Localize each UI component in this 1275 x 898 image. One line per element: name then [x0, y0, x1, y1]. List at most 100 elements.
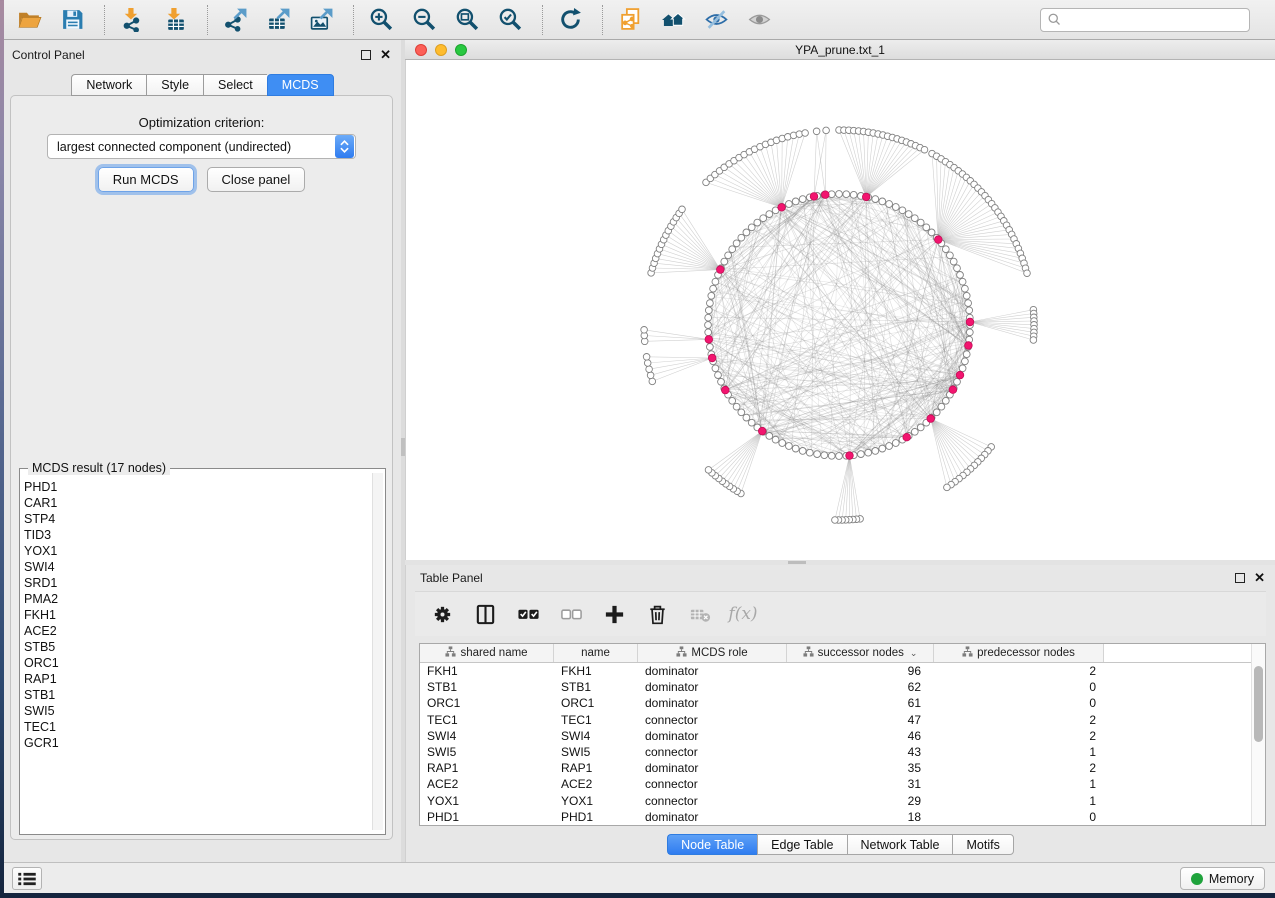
- zoom-selected-icon[interactable]: [495, 5, 525, 35]
- column-header-predecessor-nodes[interactable]: predecessor nodes: [934, 644, 1104, 662]
- cell-predecessor-nodes: 0: [934, 680, 1104, 694]
- mcds-result-list: PHD1CAR1STP4TID3YOX1SWI4SRD1PMA2FKH1ACE2…: [24, 479, 371, 832]
- tab-select[interactable]: Select: [203, 74, 267, 96]
- mcds-result-item[interactable]: STP4: [24, 511, 371, 527]
- table-row[interactable]: STB1STB1dominator620: [420, 679, 1265, 695]
- add-row-icon[interactable]: [601, 601, 627, 627]
- criterion-value: largest connected component (undirected): [48, 140, 335, 154]
- table-row[interactable]: SWI5SWI5connector431: [420, 744, 1265, 760]
- column-header-successor-nodes[interactable]: successor nodes⌄: [787, 644, 934, 662]
- cell-predecessor-nodes: 2: [934, 713, 1104, 727]
- table-row[interactable]: ACE2ACE2connector311: [420, 776, 1265, 792]
- cell-mcds-role: dominator: [638, 696, 787, 710]
- close-panel-icon[interactable]: ✕: [380, 50, 391, 60]
- mcds-result-item[interactable]: FKH1: [24, 607, 371, 623]
- tab-node-table[interactable]: Node Table: [667, 834, 757, 855]
- mcds-result-item[interactable]: SRD1: [24, 575, 371, 591]
- table-panel: Table Panel ✕ f(x) shared namenameMCDS r…: [405, 565, 1275, 862]
- refresh-icon[interactable]: [555, 5, 585, 35]
- float-table-panel-icon[interactable]: [1235, 573, 1245, 583]
- cell-mcds-role: connector: [638, 713, 787, 727]
- close-panel-button[interactable]: Close panel: [207, 167, 306, 192]
- mcds-list-scrollbar[interactable]: [372, 473, 383, 830]
- mcds-result-item[interactable]: ORC1: [24, 655, 371, 671]
- table-scrollbar-thumb[interactable]: [1254, 666, 1263, 742]
- table-row[interactable]: YOX1YOX1connector291: [420, 793, 1265, 809]
- maximize-window-icon[interactable]: [455, 44, 467, 56]
- optimization-criterion-label: Optimization criterion:: [11, 115, 392, 130]
- table-scrollbar[interactable]: [1251, 644, 1265, 825]
- import-network-icon[interactable]: [117, 5, 147, 35]
- cell-successor-nodes: 18: [787, 810, 934, 824]
- table-row[interactable]: TEC1TEC1connector472: [420, 712, 1265, 728]
- network-nodes: [641, 127, 1038, 524]
- mcds-result-item[interactable]: TEC1: [24, 719, 371, 735]
- gear-icon[interactable]: [429, 601, 455, 627]
- mcds-result-item[interactable]: SWI4: [24, 559, 371, 575]
- mcds-result-item[interactable]: STB5: [24, 639, 371, 655]
- cell-name: ORC1: [554, 696, 638, 710]
- cell-predecessor-nodes: 1: [934, 745, 1104, 759]
- column-header-name[interactable]: name: [554, 644, 638, 662]
- select-all-icon[interactable]: [515, 601, 541, 627]
- zoom-out-icon[interactable]: [409, 5, 439, 35]
- task-history-button[interactable]: [12, 867, 42, 890]
- mcds-result-item[interactable]: STB1: [24, 687, 371, 703]
- export-network-icon[interactable]: [220, 5, 250, 35]
- duplicate-network-icon[interactable]: [615, 5, 645, 35]
- mcds-result-item[interactable]: ACE2: [24, 623, 371, 639]
- toolbar-separator: [353, 5, 354, 35]
- table-row[interactable]: FKH1FKH1dominator962: [420, 663, 1265, 679]
- mcds-result-item[interactable]: RAP1: [24, 671, 371, 687]
- mcds-result-group: MCDS result (17 nodes) PHD1CAR1STP4TID3Y…: [19, 468, 386, 835]
- export-table-icon[interactable]: [263, 5, 293, 35]
- criterion-select[interactable]: largest connected component (undirected): [47, 134, 356, 159]
- deselect-all-icon[interactable]: [558, 601, 584, 627]
- table-row[interactable]: ORC1ORC1dominator610: [420, 695, 1265, 711]
- tab-motifs[interactable]: Motifs: [952, 834, 1013, 855]
- tree-icon: [676, 646, 687, 660]
- mcds-result-item[interactable]: TID3: [24, 527, 371, 543]
- mcds-result-item[interactable]: PHD1: [24, 479, 371, 495]
- export-image-icon[interactable]: [306, 5, 336, 35]
- column-header-MCDS-role[interactable]: MCDS role: [638, 644, 787, 662]
- table-row[interactable]: RAP1RAP1dominator352: [420, 760, 1265, 776]
- mcds-result-item[interactable]: PMA2: [24, 591, 371, 607]
- open-session-icon[interactable]: [14, 5, 44, 35]
- mcds-result-item[interactable]: YOX1: [24, 543, 371, 559]
- columns-icon[interactable]: [472, 601, 498, 627]
- cell-name: STB1: [554, 680, 638, 694]
- cell-shared-name: PHD1: [420, 810, 554, 824]
- tab-network[interactable]: Network: [71, 74, 146, 96]
- run-mcds-button[interactable]: Run MCDS: [98, 167, 194, 192]
- table-row[interactable]: SWI4SWI4dominator462: [420, 728, 1265, 744]
- close-table-panel-icon[interactable]: ✕: [1254, 573, 1265, 583]
- minimize-window-icon[interactable]: [435, 44, 447, 56]
- cell-successor-nodes: 61: [787, 696, 934, 710]
- mcds-result-item[interactable]: GCR1: [24, 735, 371, 751]
- zoom-in-icon[interactable]: [366, 5, 396, 35]
- tab-style[interactable]: Style: [146, 74, 203, 96]
- network-graph: [406, 60, 1275, 560]
- show-all-icon[interactable]: [744, 5, 774, 35]
- tab-network-table[interactable]: Network Table: [847, 834, 953, 855]
- float-panel-icon[interactable]: [361, 50, 371, 60]
- search-input[interactable]: [1040, 8, 1250, 32]
- first-neighbors-icon[interactable]: [658, 5, 688, 35]
- zoom-fit-icon[interactable]: [452, 5, 482, 35]
- tab-edge-table[interactable]: Edge Table: [757, 834, 846, 855]
- mcds-result-item[interactable]: CAR1: [24, 495, 371, 511]
- memory-button[interactable]: Memory: [1180, 867, 1265, 890]
- network-canvas[interactable]: [405, 60, 1275, 560]
- toolbar-separator: [602, 5, 603, 35]
- table-row[interactable]: PHD1PHD1dominator180: [420, 809, 1265, 825]
- tab-mcds[interactable]: MCDS: [267, 74, 334, 96]
- mcds-tab-content: Optimization criterion: largest connecte…: [10, 95, 393, 840]
- column-header-shared-name[interactable]: shared name: [420, 644, 554, 662]
- close-window-icon[interactable]: [415, 44, 427, 56]
- save-session-icon[interactable]: [57, 5, 87, 35]
- delete-row-icon[interactable]: [644, 601, 670, 627]
- mcds-result-item[interactable]: SWI5: [24, 703, 371, 719]
- hide-selected-icon[interactable]: [701, 5, 731, 35]
- import-table-icon[interactable]: [160, 5, 190, 35]
